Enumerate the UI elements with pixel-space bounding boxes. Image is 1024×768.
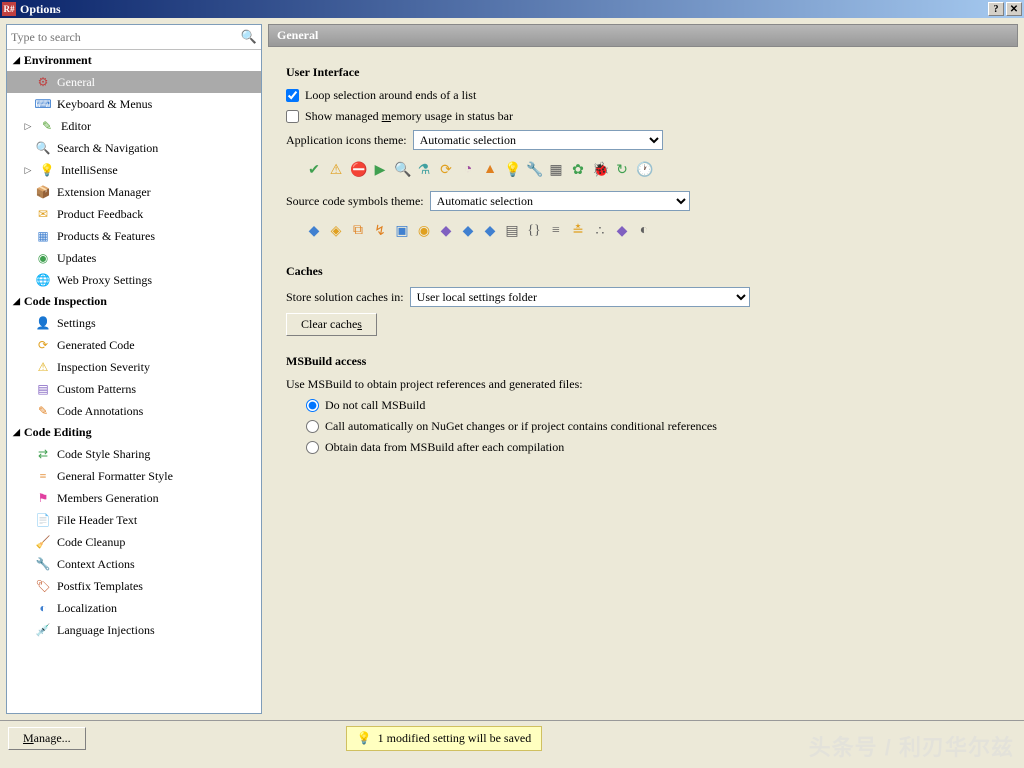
msbuild-radio-none[interactable] (306, 399, 319, 412)
tree-item[interactable]: ◉Updates (7, 247, 261, 269)
symbols-theme-label: Source code symbols theme: (286, 194, 424, 209)
tree-item[interactable]: 📄File Header Text (7, 509, 261, 531)
tree-item[interactable]: ▷💡IntelliSense (7, 159, 261, 181)
category-header[interactable]: ◢Environment (7, 50, 261, 71)
tree-item[interactable]: 🧹Code Cleanup (7, 531, 261, 553)
search-input[interactable] (11, 30, 241, 45)
status-message: 💡 1 modified setting will be saved (346, 726, 543, 751)
tree-item[interactable]: ▦Products & Features (7, 225, 261, 247)
search-box[interactable]: 🔍 (7, 25, 261, 50)
tree-item[interactable]: ⚑Members Generation (7, 487, 261, 509)
tree-item[interactable]: ◐Localization (7, 597, 261, 619)
tree-item[interactable]: ✉Product Feedback (7, 203, 261, 225)
tree-item[interactable]: 🏷Postfix Templates (7, 575, 261, 597)
tree-item[interactable]: 📦Extension Manager (7, 181, 261, 203)
app-icons-preview: ✔⚠⛔ ▶🔍⚗ ⟳◔▲ 💡🔧▦ ✿🐞↻ 🕐 (286, 156, 1000, 185)
clear-caches-button[interactable]: Clear caches (286, 313, 377, 336)
store-caches-select[interactable]: User local settings folder (410, 287, 750, 307)
memory-usage-label[interactable]: Show managed memory usage in status bar (305, 109, 513, 124)
sidebar: 🔍 ◢Environment⚙General⌨Keyboard & Menus▷… (6, 24, 262, 714)
symbols-theme-select[interactable]: Automatic selection (430, 191, 690, 211)
memory-usage-checkbox[interactable] (286, 110, 299, 123)
tree-item[interactable]: ▷✎Editor (7, 115, 261, 137)
msbuild-label-auto[interactable]: Call automatically on NuGet changes or i… (325, 419, 717, 434)
store-caches-label: Store solution caches in: (286, 290, 404, 305)
category-header[interactable]: ◢Code Inspection (7, 291, 261, 312)
close-button[interactable]: ✕ (1006, 2, 1022, 16)
msbuild-label-each[interactable]: Obtain data from MSBuild after each comp… (325, 440, 564, 455)
tree-item[interactable]: ⇄Code Style Sharing (7, 443, 261, 465)
category-header[interactable]: ◢Code Editing (7, 422, 261, 443)
msbuild-radio-auto[interactable] (306, 420, 319, 433)
status-bar: Manage... 💡 1 modified setting will be s… (0, 720, 1024, 756)
tree-item[interactable]: ✎Code Annotations (7, 400, 261, 422)
tree-item[interactable]: 🌐Web Proxy Settings (7, 269, 261, 291)
loop-selection-label[interactable]: Loop selection around ends of a list (305, 88, 476, 103)
tree-item[interactable]: ▤Custom Patterns (7, 378, 261, 400)
tree-item[interactable]: ⚠Inspection Severity (7, 356, 261, 378)
lightbulb-icon: 💡 (357, 731, 372, 746)
tree-item[interactable]: 👤Settings (7, 312, 261, 334)
tree-item[interactable]: ⌨Keyboard & Menus (7, 93, 261, 115)
panel-title: General (268, 24, 1018, 47)
search-icon: 🔍 (241, 29, 257, 45)
tree-item[interactable]: ⟳Generated Code (7, 334, 261, 356)
icons-theme-label: Application icons theme: (286, 133, 407, 148)
title-bar: R# Options ? ✕ (0, 0, 1024, 18)
app-icon: R# (2, 2, 16, 16)
window-title: Options (20, 2, 61, 17)
icons-theme-select[interactable]: Automatic selection (413, 130, 663, 150)
tree-item[interactable]: 🔍Search & Navigation (7, 137, 261, 159)
tree-item[interactable]: ≡General Formatter Style (7, 465, 261, 487)
section-caches: Caches (286, 264, 1000, 279)
manage-button[interactable]: Manage... (8, 727, 86, 750)
msbuild-radio-each[interactable] (306, 441, 319, 454)
msbuild-desc: Use MSBuild to obtain project references… (286, 377, 1000, 392)
help-button[interactable]: ? (988, 2, 1004, 16)
tree-item[interactable]: 💉Language Injections (7, 619, 261, 641)
section-user-interface: User Interface (286, 65, 1000, 80)
tree-item[interactable]: ⚙General (7, 71, 261, 93)
tree-item[interactable]: 🔧Context Actions (7, 553, 261, 575)
loop-selection-checkbox[interactable] (286, 89, 299, 102)
msbuild-label-none[interactable]: Do not call MSBuild (325, 398, 425, 413)
symbols-icons-preview: ◆◈⧉ ↯▣◉ ◆◆◆ ▤{}≡ ≛∴◆ ◐ (286, 217, 1000, 246)
section-msbuild: MSBuild access (286, 354, 1000, 369)
main-panel: General User Interface Loop selection ar… (268, 24, 1018, 714)
